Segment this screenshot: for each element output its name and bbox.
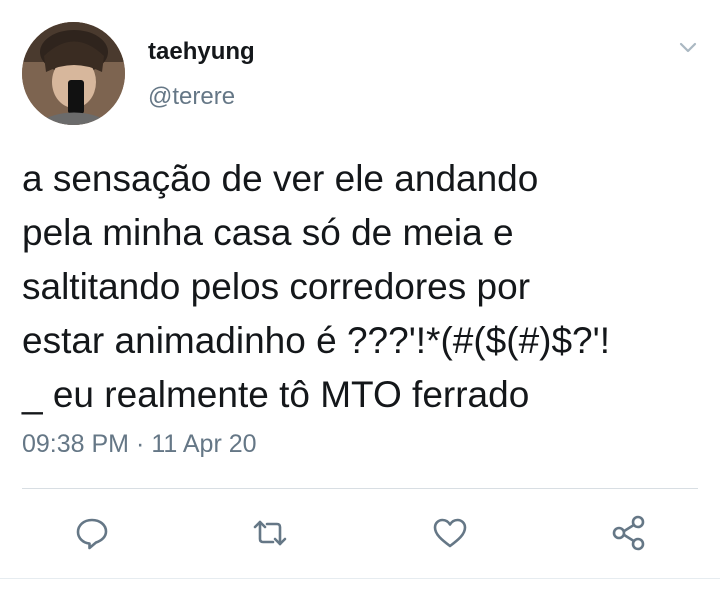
avatar-photo bbox=[22, 22, 125, 125]
retweet-icon bbox=[253, 520, 287, 546]
reply-icon bbox=[76, 518, 108, 550]
tweet-timestamp[interactable]: 09:38 PM · 11 Apr 20 bbox=[22, 430, 257, 459]
tweet-text: a sensação de ver ele andando pela minha… bbox=[22, 152, 712, 422]
share-icon bbox=[612, 515, 645, 551]
timestamp-separator: · bbox=[136, 430, 145, 458]
retweet-button[interactable] bbox=[250, 513, 290, 553]
tweet-text-line: a sensação de ver ele andando bbox=[22, 158, 539, 199]
tweet-text-line: _ eu realmente tô MTO ferrado bbox=[22, 374, 530, 415]
like-button[interactable] bbox=[430, 513, 470, 553]
chevron-down-icon[interactable] bbox=[676, 38, 700, 58]
tweet-text-line: saltitando pelos corredores por bbox=[22, 266, 531, 307]
user-handle[interactable]: @terere bbox=[148, 83, 235, 111]
display-name[interactable]: taehyung bbox=[148, 38, 255, 66]
tweet-text-line: estar animadinho é ???'!*(#($(#)$?'! bbox=[22, 320, 610, 361]
tweet-date: 11 Apr 20 bbox=[151, 430, 257, 458]
divider bbox=[22, 488, 698, 489]
share-button[interactable] bbox=[609, 513, 649, 553]
tweet-text-line: pela minha casa só de meia e bbox=[22, 212, 514, 253]
tweet-time: 09:38 PM bbox=[22, 430, 130, 458]
avatar[interactable] bbox=[22, 22, 125, 125]
heart-icon bbox=[433, 518, 467, 548]
reply-button[interactable] bbox=[72, 513, 112, 553]
bottom-divider bbox=[0, 578, 720, 579]
